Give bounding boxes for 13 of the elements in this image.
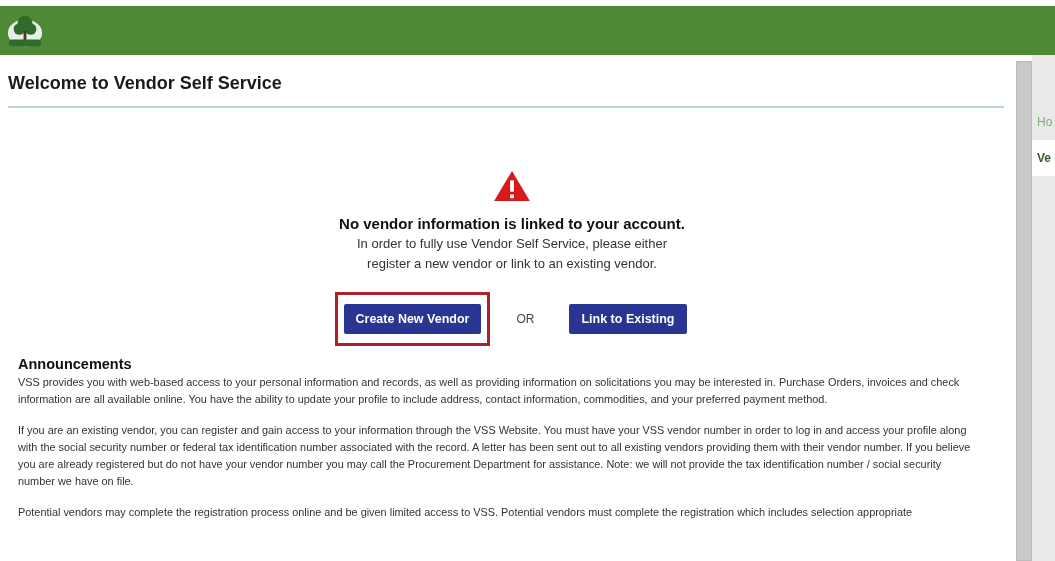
warning-icon [493, 170, 531, 202]
or-label: OR [516, 312, 535, 326]
action-button[interactable]: Create New Vendor [334, 292, 491, 346]
side-menu-item[interactable]: Ve [1032, 140, 1055, 176]
announcement-paragraph: If you are an existing vendor, you can register and gain access to your information through the VSS Website. You must have your VSS vendor number in order to log in and access your profile along with the social security number or federal tax identification number associated with the record. A letter has been sent out to all existing vendors providing them with their vendor number. If you believe you are already registered but do not have your vendor number you may call the Procurement Department for assistance. Note: we will not provide the tax identification number / social security number we have on file. [18, 423, 972, 489]
scrollbar[interactable] [1016, 61, 1032, 561]
announcement-paragraph: Potential vendors may complete the registration process online and be given limited access to VSS. Potential vendors must complete the registration which includes selection appropriate [18, 505, 914, 520]
announcements-heading: Announcements [18, 356, 133, 372]
announcement-paragraph: VSS provides you with web-based access to your personal information and records, as well as providing information on solicitations you may be interested in. Purchase Orders, invoices and check information are all available online. You have the ability to update your profile to include address, contact information, commodities, and your preferred payment method. [18, 375, 961, 407]
notice-message: In order to fully use Vendor Self Service, please either register a new vendor or link to an existing vendor. [356, 235, 668, 273]
page-title: Welcome to Vendor Self Service [8, 73, 283, 94]
action-button[interactable]: Link to Existing [569, 304, 687, 334]
notice-heading: No vendor information is linked to your account. [339, 215, 685, 232]
